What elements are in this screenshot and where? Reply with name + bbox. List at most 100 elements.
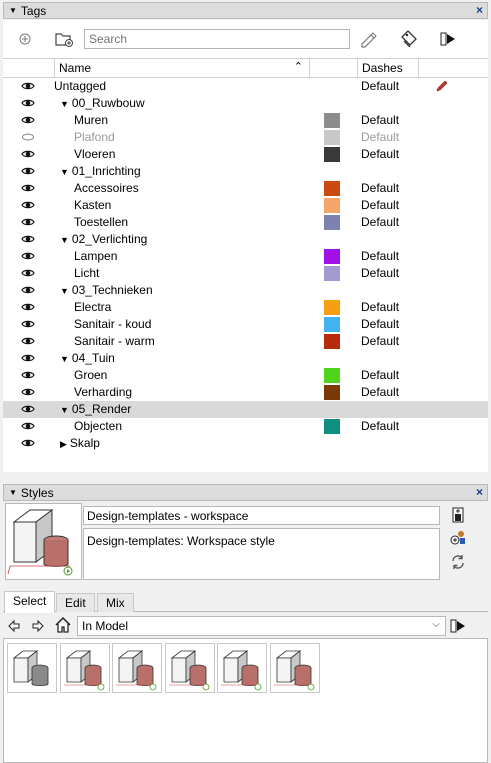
tag-dashes[interactable]: Default: [361, 130, 399, 144]
tag-name[interactable]: Licht: [74, 266, 99, 280]
details-arrow-icon[interactable]: [437, 28, 459, 50]
expanded-triangle-icon[interactable]: ▼: [60, 99, 69, 109]
tag-row[interactable]: ▼ 00_Ruwbouw: [3, 95, 488, 112]
tag-row[interactable]: ▼ 03_Technieken: [3, 282, 488, 299]
style-thumbnail[interactable]: [7, 643, 57, 693]
update-style-icon[interactable]: [449, 529, 467, 547]
home-icon[interactable]: [54, 616, 72, 634]
tag-name[interactable]: Kasten: [74, 198, 111, 212]
tag-color-swatch[interactable]: [324, 198, 340, 213]
tags-panel-header[interactable]: ▼ Tags ×: [3, 2, 488, 19]
tag-color-swatch[interactable]: [324, 249, 340, 264]
refresh-icon[interactable]: [449, 553, 467, 571]
tag-dashes[interactable]: Default: [361, 419, 399, 433]
tag-name[interactable]: ▼ 03_Technieken: [60, 283, 153, 297]
tag-name[interactable]: Sanitair - warm: [74, 334, 155, 348]
expanded-triangle-icon[interactable]: ▼: [60, 286, 69, 296]
tag-row[interactable]: Licht Default: [3, 265, 488, 282]
tag-row[interactable]: Sanitair - koud Default: [3, 316, 488, 333]
tag-color-swatch[interactable]: [324, 215, 340, 230]
pencil-icon[interactable]: [435, 79, 449, 96]
expanded-triangle-icon[interactable]: ▼: [60, 405, 69, 415]
expanded-triangle-icon[interactable]: ▼: [60, 235, 69, 245]
tag-row[interactable]: Lampen Default: [3, 248, 488, 265]
tag-dashes[interactable]: Default: [361, 198, 399, 212]
tag-color-swatch[interactable]: [324, 419, 340, 434]
tag-row[interactable]: Muren Default: [3, 112, 488, 129]
eye-icon[interactable]: [21, 267, 35, 279]
create-style-icon[interactable]: [449, 506, 467, 524]
tag-row[interactable]: Sanitair - warm Default: [3, 333, 488, 350]
tag-color-swatch[interactable]: [324, 130, 340, 145]
tag-dashes[interactable]: Default: [361, 79, 399, 93]
tag-name[interactable]: ▶ Skalp: [60, 436, 100, 450]
details-arrow-icon[interactable]: [449, 617, 467, 635]
collapse-triangle-icon[interactable]: ▼: [9, 6, 17, 15]
forward-icon[interactable]: [29, 617, 47, 635]
tag-name[interactable]: ▼ 01_Inrichting: [60, 164, 141, 178]
style-name-field[interactable]: Design-templates - workspace: [83, 506, 440, 525]
tag-dashes[interactable]: Default: [361, 334, 399, 348]
tag-row[interactable]: ▼ 02_Verlichting: [3, 231, 488, 248]
style-thumbnail[interactable]: [59, 643, 110, 693]
close-icon[interactable]: ×: [476, 3, 483, 17]
tag-name[interactable]: ▼ 02_Verlichting: [60, 232, 147, 246]
style-thumbnail[interactable]: [217, 643, 267, 693]
tag-row[interactable]: Kasten Default: [3, 197, 488, 214]
eye-icon[interactable]: [21, 335, 35, 347]
collection-dropdown[interactable]: In Model ⌵: [77, 616, 446, 636]
style-thumbnail[interactable]: [112, 643, 162, 693]
name-column-header[interactable]: Name ⌃: [55, 59, 310, 78]
tag-row[interactable]: Electra Default: [3, 299, 488, 316]
tag-name[interactable]: Muren: [74, 113, 108, 127]
collapsed-triangle-icon[interactable]: ▶: [60, 439, 67, 449]
eye-icon[interactable]: [21, 250, 35, 262]
tag-dashes[interactable]: Default: [361, 385, 399, 399]
tag-color-swatch[interactable]: [324, 368, 340, 383]
tag-dashes[interactable]: Default: [361, 215, 399, 229]
collapse-triangle-icon[interactable]: ▼: [9, 488, 17, 497]
tag-dashes[interactable]: Default: [361, 113, 399, 127]
add-folder-icon[interactable]: [53, 28, 75, 50]
tag-color-swatch[interactable]: [324, 300, 340, 315]
tag-name[interactable]: Vloeren: [74, 147, 115, 161]
eye-icon[interactable]: [21, 199, 35, 211]
tag-row[interactable]: Objecten Default: [3, 418, 488, 435]
tag-color-swatch[interactable]: [324, 181, 340, 196]
tag-name[interactable]: Verharding: [74, 385, 132, 399]
dashes-column-header[interactable]: Dashes: [358, 59, 419, 78]
tag-row[interactable]: Accessoires Default: [3, 180, 488, 197]
tag-color-swatch[interactable]: [324, 147, 340, 162]
back-icon[interactable]: [5, 617, 23, 635]
eye-icon[interactable]: [21, 301, 35, 313]
styles-panel-header[interactable]: ▼ Styles ×: [3, 484, 488, 501]
tag-row[interactable]: Untagged Default: [3, 78, 488, 95]
tag-color-swatch[interactable]: [324, 266, 340, 281]
tag-name[interactable]: Groen: [74, 368, 107, 382]
tag-row[interactable]: ▼ 05_Render: [3, 401, 488, 418]
tag-name[interactable]: ▼ 05_Render: [60, 402, 131, 416]
search-input[interactable]: [84, 29, 350, 49]
eye-icon[interactable]: [21, 420, 35, 432]
tag-row[interactable]: ▼ 01_Inrichting: [3, 163, 488, 180]
tag-color-icon[interactable]: [398, 28, 420, 50]
eye-icon[interactable]: [21, 233, 35, 245]
eye-icon[interactable]: [21, 369, 35, 381]
tag-dashes[interactable]: Default: [361, 147, 399, 161]
eye-icon[interactable]: [21, 352, 35, 364]
tag-name[interactable]: Toestellen: [74, 215, 128, 229]
tag-row[interactable]: Plafond Default: [3, 129, 488, 146]
tag-name[interactable]: ▼ 00_Ruwbouw: [60, 96, 145, 110]
eye-icon[interactable]: [21, 114, 35, 126]
tab-select[interactable]: Select: [4, 591, 56, 613]
eye-icon[interactable]: [21, 437, 35, 449]
tag-dashes[interactable]: Default: [361, 317, 399, 331]
style-thumbnail[interactable]: [269, 643, 320, 693]
tag-color-swatch[interactable]: [324, 113, 340, 128]
tag-row[interactable]: ▶ Skalp: [3, 435, 488, 452]
eye-icon[interactable]: [21, 318, 35, 330]
eye-icon[interactable]: [21, 165, 35, 177]
eye-icon[interactable]: [21, 284, 35, 296]
eraser-icon[interactable]: [357, 28, 379, 50]
tag-row[interactable]: ▼ 04_Tuin: [3, 350, 488, 367]
